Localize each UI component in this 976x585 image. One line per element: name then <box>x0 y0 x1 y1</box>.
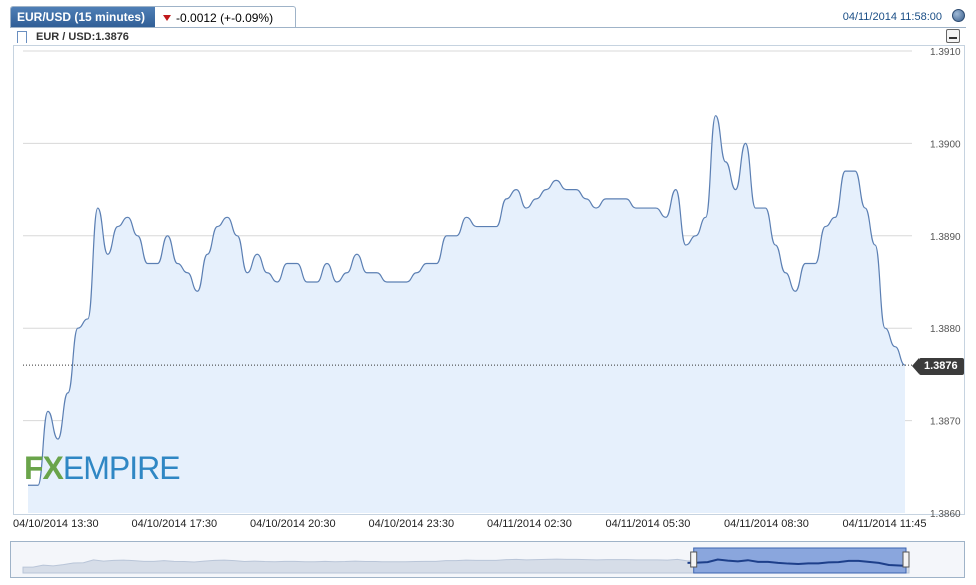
last-price-tag: 1.3876 <box>912 358 964 375</box>
y-tick-label: 1.3910 <box>930 47 961 58</box>
y-tick-label: 1.3900 <box>930 139 961 150</box>
y-tick-label: 1.3870 <box>930 417 961 428</box>
y-tick-label: 1.3860 <box>930 509 961 520</box>
x-tick-label: 04/10/2014 17:30 <box>132 518 218 530</box>
logo-empire: EMPIRE <box>62 450 181 486</box>
y-tick-label: 1.3880 <box>930 324 961 335</box>
navigator-chart[interactable] <box>11 542 966 579</box>
x-tick-label: 04/10/2014 20:30 <box>250 518 336 530</box>
range-navigator[interactable] <box>10 541 965 578</box>
x-tick-label: 04/11/2014 05:30 <box>606 518 691 530</box>
x-tick-label: 04/11/2014 02:30 <box>487 518 572 530</box>
chart-window: EUR/USD (15 minutes) -0.0012 (+-0.09%) 0… <box>0 0 976 585</box>
x-tick-label: 04/10/2014 23:30 <box>369 518 455 530</box>
x-tick-label: 04/11/2014 11:45 <box>843 518 927 530</box>
x-tick-label: 04/11/2014 08:30 <box>724 518 809 530</box>
x-tick-label: 04/10/2014 13:30 <box>13 518 99 530</box>
fxempire-logo: FXEMPIRE <box>24 450 181 487</box>
navigator-handle-left[interactable] <box>690 551 698 568</box>
y-tick-label: 1.3890 <box>930 232 961 243</box>
navigator-handle-right[interactable] <box>902 551 910 568</box>
logo-fx: FX <box>24 450 64 486</box>
